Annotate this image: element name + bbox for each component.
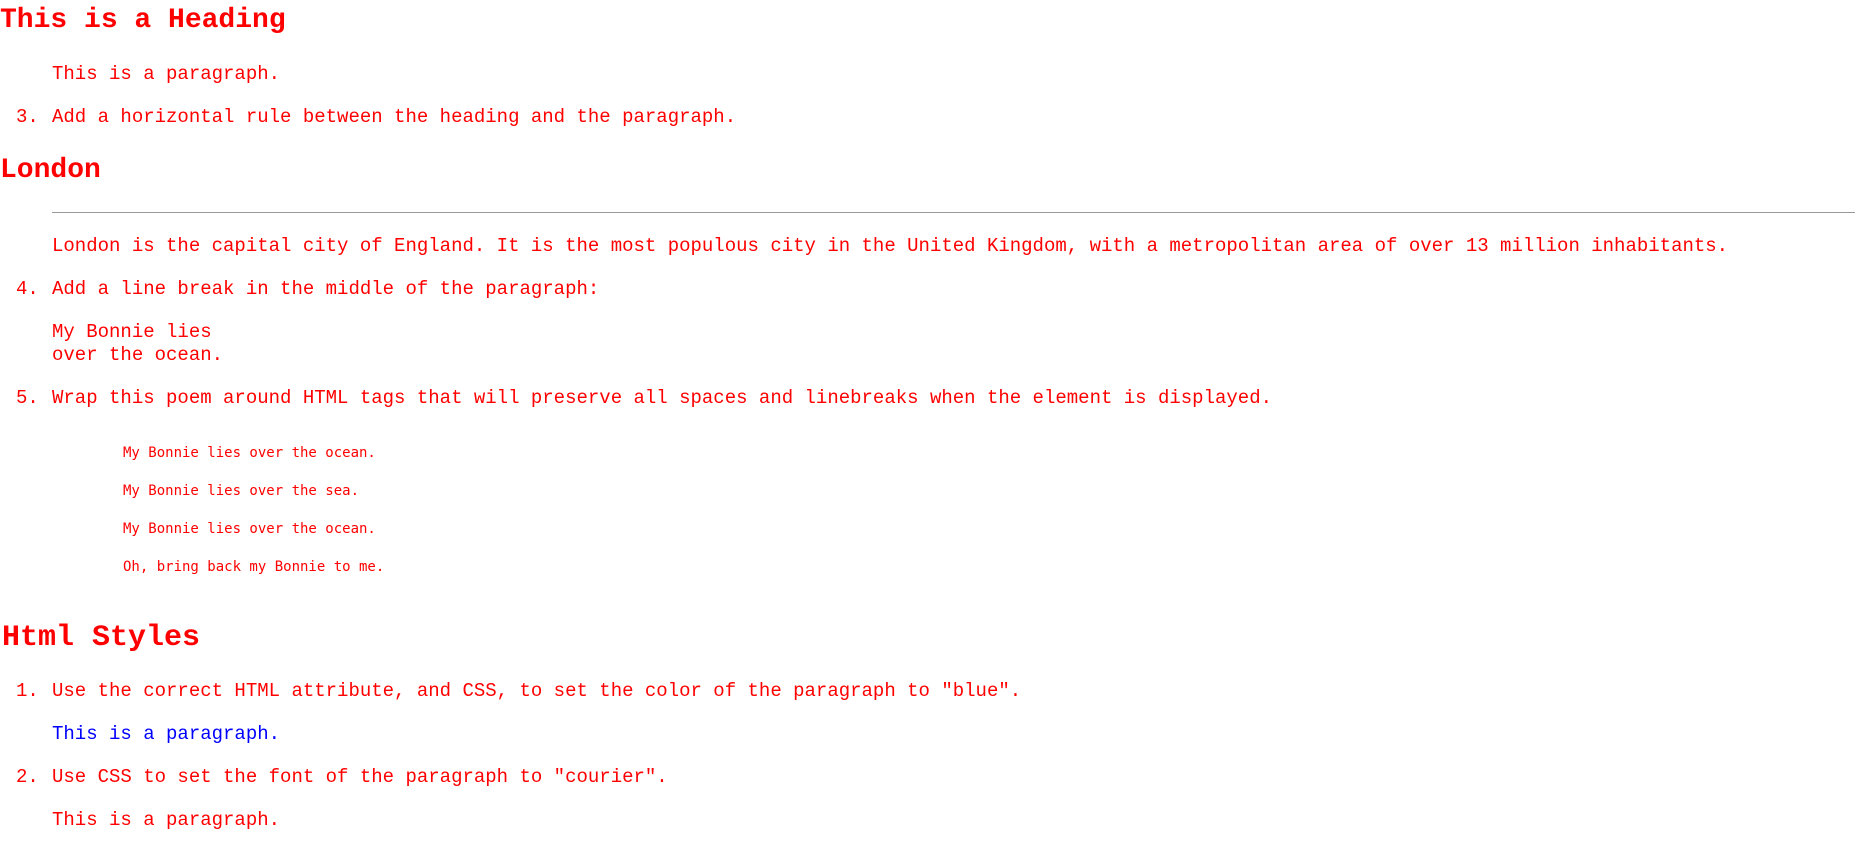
poem-line: My Bonnie lies over the ocean. (123, 445, 376, 461)
list-item-3: 3. Add a horizontal rule between the hea… (0, 106, 1855, 130)
exercise-heading: This is a Heading (0, 5, 286, 36)
poem-line: Oh, bring back my Bonnie to me. (123, 559, 385, 575)
list-number: 2. (16, 766, 39, 788)
list-instruction: Add a line break in the middle of the pa… (52, 278, 600, 300)
exercise-paragraph: This is a paragraph. (52, 63, 281, 85)
list-number: 5. (16, 387, 39, 409)
london-paragraph: London is the capital city of England. I… (52, 235, 1729, 257)
poem-line: My Bonnie lies over the ocean. (123, 521, 376, 537)
courier-paragraph: This is a paragraph. (52, 809, 281, 831)
london-heading: London (0, 155, 101, 186)
section-heading-html-styles: Html Styles (2, 621, 201, 655)
bonnie-line-1: My Bonnie lies (52, 321, 212, 343)
styles-list-item-1: 1. Use the correct HTML attribute, and C… (0, 680, 1855, 704)
blue-paragraph: This is a paragraph. (52, 723, 281, 745)
styles-list-item-2: 2. Use CSS to set the font of the paragr… (0, 766, 1855, 790)
list-instruction: Add a horizontal rule between the headin… (52, 106, 737, 128)
list-instruction: Wrap this poem around HTML tags that wil… (52, 387, 1272, 409)
list-instruction: Use the correct HTML attribute, and CSS,… (52, 680, 1022, 702)
list-instruction: Use CSS to set the font of the paragraph… (52, 766, 668, 788)
horizontal-rule (52, 212, 1855, 213)
list-number: 3. (16, 106, 39, 128)
bonnie-line-2: over the ocean. (52, 344, 224, 366)
list-number: 1. (16, 680, 39, 702)
list-item-5: 5. Wrap this poem around HTML tags that … (0, 387, 1855, 411)
poem-line: My Bonnie lies over the sea. (123, 483, 360, 499)
list-number: 4. (16, 278, 39, 300)
list-item-4: 4. Add a line break in the middle of the… (0, 278, 1855, 302)
